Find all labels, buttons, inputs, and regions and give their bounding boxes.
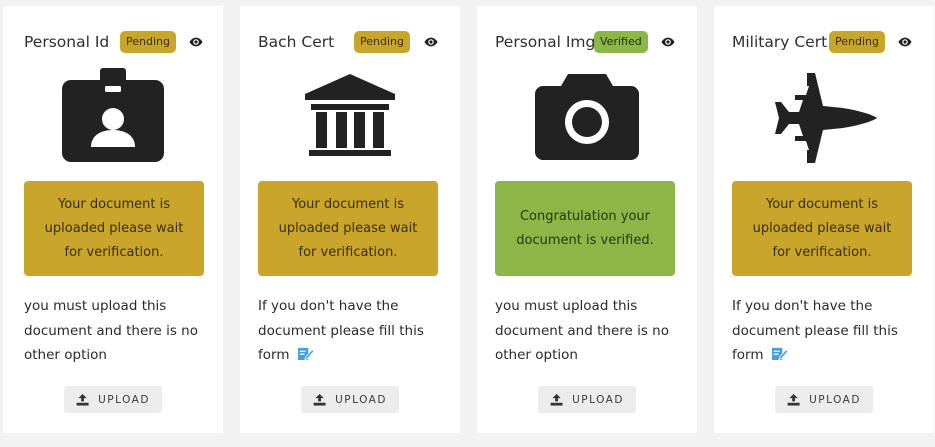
status-badge: Pending — [120, 31, 176, 53]
upload-button[interactable]: UPLOAD — [775, 386, 873, 413]
card-title: Military Cert — [732, 33, 828, 51]
card-header: Military Cert Pending — [714, 30, 934, 56]
description-text: If you don't have the document please fi… — [732, 298, 898, 363]
eye-icon[interactable] — [189, 35, 203, 49]
card-title: Bach Cert — [258, 33, 335, 51]
description-text: you must upload this document and there … — [495, 298, 669, 363]
upload-button[interactable]: UPLOAD — [301, 386, 399, 413]
upload-button[interactable]: UPLOAD — [64, 386, 162, 413]
status-badge: Verified — [594, 31, 648, 53]
card-header: Personal Id Pending — [3, 30, 223, 56]
upload-icon — [313, 393, 326, 406]
eye-icon[interactable] — [661, 35, 675, 49]
card-description: If you don't have the document please fi… — [258, 294, 448, 368]
edit-form-icon[interactable] — [771, 346, 789, 361]
card-header: Bach Cert Pending — [240, 30, 460, 56]
document-card-personal-id: Personal Id Pending Your document is upl… — [3, 6, 223, 433]
eye-icon[interactable] — [424, 35, 438, 49]
upload-icon — [76, 393, 89, 406]
document-card-personal-img: Personal Img Verified Congratulation you… — [477, 6, 697, 433]
description-text: If you don't have the document please fi… — [258, 298, 424, 363]
status-notice: Your document is uploaded please wait fo… — [24, 181, 204, 276]
upload-button[interactable]: UPLOAD — [538, 386, 636, 413]
status-badge: Pending — [354, 31, 410, 53]
description-text: you must upload this document and there … — [24, 298, 198, 363]
upload-label: UPLOAD — [335, 393, 387, 406]
status-notice: Your document is uploaded please wait fo… — [258, 181, 438, 276]
card-title: Personal Id — [24, 33, 110, 51]
status-badge: Pending — [829, 31, 885, 53]
edit-form-icon[interactable] — [297, 346, 315, 361]
upload-icon — [550, 393, 563, 406]
upload-label: UPLOAD — [572, 393, 624, 406]
document-cards: Personal Id Pending Your document is upl… — [0, 0, 935, 447]
upload-label: UPLOAD — [809, 393, 861, 406]
upload-icon — [787, 393, 800, 406]
card-description: you must upload this document and there … — [24, 294, 214, 368]
document-card-military-cert: Military Cert Pending Your document is u… — [714, 6, 934, 433]
fighter-jet-icon — [775, 73, 877, 163]
card-description: you must upload this document and there … — [495, 294, 685, 368]
document-card-bach-cert: Bach Cert Pending Your document is uploa… — [240, 6, 460, 433]
card-description: If you don't have the document please fi… — [732, 294, 922, 368]
id-badge-icon — [62, 68, 164, 162]
upload-label: UPLOAD — [98, 393, 150, 406]
card-title: Personal Img — [495, 33, 596, 51]
status-notice: Congratulation your document is verified… — [495, 181, 675, 276]
camera-icon — [535, 74, 639, 160]
card-header: Personal Img Verified — [477, 30, 697, 56]
bank-building-icon — [305, 74, 395, 156]
status-notice: Your document is uploaded please wait fo… — [732, 181, 912, 276]
eye-icon[interactable] — [898, 35, 912, 49]
